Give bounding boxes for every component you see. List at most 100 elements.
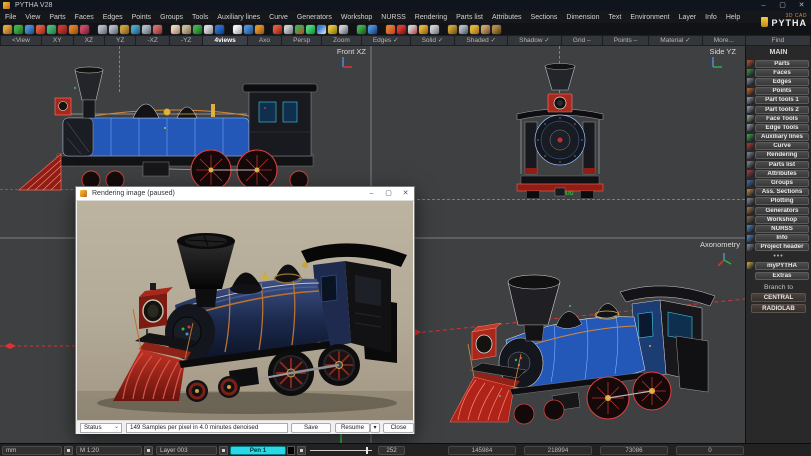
toolbar-icon[interactable] bbox=[109, 25, 118, 34]
sidebar-item-auxiliary-lines[interactable]: Auxiliary lines bbox=[755, 133, 809, 141]
pen-selector[interactable]: Pen 1 bbox=[230, 446, 286, 455]
view-button-4views[interactable]: 4views bbox=[203, 36, 246, 45]
sidebar-item-curve[interactable]: Curve bbox=[755, 142, 809, 150]
coordinate-field-2[interactable]: 218994 bbox=[524, 446, 592, 455]
menu-item-workshop[interactable]: Workshop bbox=[341, 14, 372, 21]
view-button-view[interactable]: <View bbox=[1, 36, 41, 45]
toolbar-icon[interactable] bbox=[317, 25, 326, 34]
menu-item-nurss[interactable]: NURSS bbox=[381, 14, 406, 21]
sidebar-item-ass-sections[interactable]: Ass. Sections bbox=[755, 188, 809, 196]
toolbar-icon[interactable] bbox=[470, 25, 479, 34]
menu-item-help[interactable]: Help bbox=[726, 14, 740, 21]
toolbar-icon[interactable] bbox=[328, 25, 337, 34]
menu-item-layer[interactable]: Layer bbox=[679, 14, 697, 21]
menu-item-file[interactable]: File bbox=[5, 14, 16, 21]
pen-width-slider[interactable] bbox=[310, 450, 372, 451]
toolbar-icon[interactable] bbox=[408, 25, 417, 34]
dialog-minimize-button[interactable]: – bbox=[363, 187, 380, 201]
menu-item-parts-list[interactable]: Parts list bbox=[456, 14, 483, 21]
menu-item-groups[interactable]: Groups bbox=[160, 14, 183, 21]
view-button-xz[interactable]: -XZ bbox=[136, 36, 169, 45]
sidebar-item-nurss[interactable]: NURSS bbox=[755, 225, 809, 233]
menu-item-rendering[interactable]: Rendering bbox=[415, 14, 447, 21]
view-button-xz[interactable]: XZ bbox=[74, 36, 104, 45]
slider-value-field[interactable]: 252 bbox=[378, 446, 405, 455]
menu-item-tools[interactable]: Tools bbox=[192, 14, 208, 21]
sidebar-item-extras[interactable]: Extras bbox=[755, 272, 809, 280]
toolbar-icon[interactable] bbox=[273, 25, 282, 34]
close-button[interactable]: ✕ bbox=[792, 0, 811, 11]
sidebar-item-parts[interactable]: Parts bbox=[755, 60, 809, 68]
sidebar-item-face-tools[interactable]: Face Tools bbox=[755, 115, 809, 123]
minimize-button[interactable]: – bbox=[754, 0, 773, 11]
sidebar-item-faces[interactable]: Faces bbox=[755, 69, 809, 77]
toolbar-icon[interactable] bbox=[339, 25, 348, 34]
view-button-points[interactable]: Points – bbox=[603, 36, 649, 45]
menu-item-faces[interactable]: Faces bbox=[75, 14, 94, 21]
menu-item-environment[interactable]: Environment bbox=[630, 14, 669, 21]
dialog-title-bar[interactable]: Rendering image (paused) – ▢ ✕ bbox=[76, 187, 414, 201]
toolbar-icon[interactable] bbox=[142, 25, 151, 34]
dialog-close-icon[interactable]: ✕ bbox=[397, 187, 414, 201]
toolbar-icon[interactable] bbox=[233, 25, 242, 34]
sidebar-item-workshop[interactable]: Workshop bbox=[755, 216, 809, 224]
toolbar-icon[interactable] bbox=[481, 25, 490, 34]
view-button-solid[interactable]: Solid ✓ bbox=[411, 36, 455, 45]
sidebar-item-edge-tools[interactable]: Edge Tools bbox=[755, 124, 809, 132]
toolbar-icon[interactable] bbox=[244, 25, 253, 34]
sidebar-item-part-tools-1[interactable]: Part tools 1 bbox=[755, 96, 809, 104]
sidebar-item-plotting[interactable]: Plotting bbox=[755, 197, 809, 205]
unit-selector[interactable]: mm bbox=[2, 446, 62, 455]
resume-button[interactable]: Resume bbox=[335, 423, 370, 433]
toolbar-icon[interactable] bbox=[182, 25, 191, 34]
menu-item-text[interactable]: Text bbox=[608, 14, 621, 21]
dialog-maximize-button[interactable]: ▢ bbox=[380, 187, 397, 201]
unit-options-button[interactable] bbox=[64, 446, 73, 455]
view-button-grid[interactable]: Grid – bbox=[562, 36, 602, 45]
menu-item-points[interactable]: Points bbox=[132, 14, 151, 21]
view-button-find[interactable]: Find bbox=[746, 36, 810, 45]
toolbar-icon[interactable] bbox=[419, 25, 428, 34]
coordinate-field-4[interactable]: 0 bbox=[676, 446, 744, 455]
scale-options-button[interactable] bbox=[144, 446, 153, 455]
dialog-close-button[interactable]: Close bbox=[383, 423, 414, 433]
toolbar-icon[interactable] bbox=[120, 25, 129, 34]
sidebar-item-project-header[interactable]: Project header bbox=[755, 243, 809, 251]
pen-color-swatch[interactable] bbox=[287, 446, 295, 455]
sidebar-item-info[interactable]: Info bbox=[755, 234, 809, 242]
menu-item-dimension[interactable]: Dimension bbox=[566, 14, 599, 21]
toolbar-icon[interactable] bbox=[492, 25, 501, 34]
status-dropdown[interactable]: Status ⌄ bbox=[80, 423, 122, 433]
toolbar-icon[interactable] bbox=[448, 25, 457, 34]
coordinate-field-1[interactable]: 145984 bbox=[448, 446, 516, 455]
toolbar-icon[interactable] bbox=[98, 25, 107, 34]
toolbar-icon[interactable] bbox=[295, 25, 304, 34]
layer-options-button[interactable] bbox=[219, 446, 228, 455]
sidebar-item-parts-list[interactable]: Parts list bbox=[755, 161, 809, 169]
menu-item-curve[interactable]: Curve bbox=[269, 14, 288, 21]
toolbar-icon[interactable] bbox=[153, 25, 162, 34]
view-button-yz[interactable]: YZ bbox=[105, 36, 135, 45]
toolbar-icon[interactable] bbox=[25, 25, 34, 34]
view-button-zoom[interactable]: Zoom bbox=[322, 36, 361, 45]
toolbar-icon[interactable] bbox=[430, 25, 439, 34]
view-button-persp[interactable]: Persp bbox=[282, 36, 321, 45]
progress-text-field[interactable]: 149 Samples per pixel in 4.0 minutes den… bbox=[126, 423, 288, 433]
view-button-edges[interactable]: Edges ✓ bbox=[362, 36, 410, 45]
view-button-axo[interactable]: Axo bbox=[248, 36, 281, 45]
toolbar-icon[interactable] bbox=[36, 25, 45, 34]
menu-item-view[interactable]: View bbox=[25, 14, 40, 21]
view-button-xy[interactable]: XY bbox=[42, 36, 73, 45]
sidebar-item-points[interactable]: Points bbox=[755, 87, 809, 95]
toolbar-icon[interactable] bbox=[397, 25, 406, 34]
coordinate-field-3[interactable]: 73086 bbox=[600, 446, 668, 455]
branch-button-radiolab[interactable]: RADIOLAB bbox=[751, 304, 806, 313]
menu-item-parts[interactable]: Parts bbox=[49, 14, 65, 21]
toolbar-icon[interactable] bbox=[386, 25, 395, 34]
menu-item-sections[interactable]: Sections bbox=[531, 14, 558, 21]
toolbar-icon[interactable] bbox=[58, 25, 67, 34]
sidebar-item-rendering[interactable]: Rendering bbox=[755, 151, 809, 159]
sidebar-item-attributes[interactable]: Attributes bbox=[755, 170, 809, 178]
view-button-more[interactable]: More... bbox=[703, 36, 745, 45]
toolbar-icon[interactable] bbox=[14, 25, 23, 34]
